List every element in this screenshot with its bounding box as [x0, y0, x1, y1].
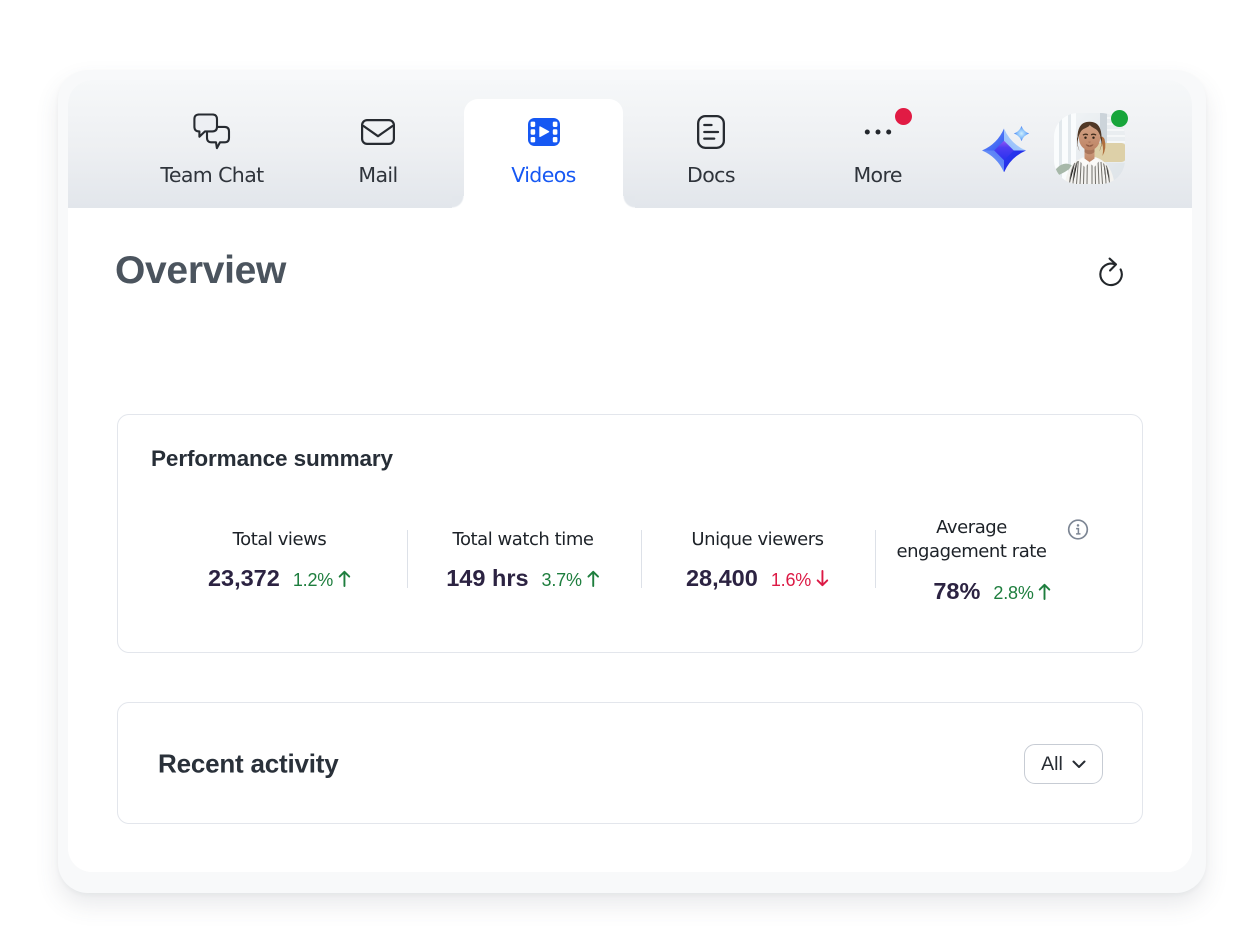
- performance-card-title: Performance summary: [151, 446, 393, 472]
- tab-mail[interactable]: Mail: [303, 80, 453, 208]
- arrow-up-icon: [1038, 583, 1052, 600]
- metric-label-block: Average engagement rate: [864, 516, 1079, 564]
- activity-filter-dropdown[interactable]: All: [1024, 744, 1103, 784]
- tab-docs[interactable]: Docs: [636, 80, 786, 208]
- videos-icon: [528, 118, 560, 146]
- arrow-up-icon: [337, 570, 351, 587]
- chevron-down-icon: [1072, 760, 1086, 769]
- metric-total-views: Total views 23,372 1.2%: [208, 528, 351, 597]
- tab-more[interactable]: More: [803, 80, 953, 208]
- arrow-up-icon: [586, 570, 600, 587]
- tab-label: Mail: [358, 163, 397, 187]
- metric-value: 149 hrs: [446, 565, 528, 591]
- recent-card-title: Recent activity: [158, 749, 339, 780]
- metric-value-row: 78% 2.8%: [906, 576, 1079, 610]
- ai-sparkle-icon: [977, 116, 1031, 172]
- tab-label: Docs: [687, 163, 735, 187]
- arrow-down-icon: [815, 570, 829, 587]
- metric-unique-viewers: Unique viewers 28,400 1.6%: [686, 528, 829, 597]
- app-window: Team Chat Mail: [58, 70, 1206, 893]
- filter-selected-value: All: [1041, 753, 1063, 776]
- app-surface: Team Chat Mail: [68, 80, 1192, 872]
- metric-delta: 3.7%: [542, 570, 600, 590]
- tab-bar: Team Chat Mail: [68, 80, 1192, 208]
- tab-team-chat[interactable]: Team Chat: [137, 80, 287, 208]
- metric-label-line2: engagement rate: [864, 540, 1079, 564]
- tab-label: Videos: [511, 163, 576, 187]
- metric-value-row: 28,400 1.6%: [686, 563, 829, 597]
- metric-value-row: 23,372 1.2%: [208, 563, 351, 597]
- refresh-icon: [1098, 257, 1126, 287]
- main-content: Overview Performance summary Total views…: [68, 208, 1192, 872]
- metric-delta: 2.8%: [993, 583, 1051, 603]
- performance-summary-card: Performance summary Total views 23,372 1.…: [117, 414, 1143, 653]
- refresh-button[interactable]: [1098, 258, 1126, 286]
- tab-videos[interactable]: Videos: [469, 80, 619, 208]
- notification-badge: [895, 108, 913, 126]
- more-icon: [854, 127, 902, 137]
- tab-flare-right: [623, 196, 635, 208]
- metric-engagement-rate: Average engagement rate 78% 2.8%: [864, 516, 1079, 610]
- metric-label-line1: Average: [864, 516, 1079, 540]
- recent-activity-card: Recent activity All: [117, 702, 1143, 824]
- tab-label: More: [853, 163, 901, 187]
- page-title: Overview: [115, 249, 286, 293]
- tab-flare-left: [452, 196, 464, 208]
- info-icon: [1067, 519, 1088, 540]
- metric-divider: [407, 530, 408, 588]
- metric-value: 23,372: [208, 565, 280, 591]
- user-avatar[interactable]: [1054, 113, 1126, 185]
- metric-delta: 1.2%: [293, 570, 351, 590]
- metric-value-row: 149 hrs 3.7%: [446, 563, 600, 597]
- online-status-dot: [1111, 110, 1128, 127]
- metric-value: 28,400: [686, 565, 758, 591]
- team-chat-icon: [193, 114, 231, 151]
- tab-label: Team Chat: [160, 163, 263, 187]
- ai-assistant-button[interactable]: [974, 80, 1034, 208]
- metric-delta: 1.6%: [771, 570, 829, 590]
- metric-total-watch-time: Total watch time 149 hrs 3.7%: [446, 528, 600, 597]
- metric-label: Total watch time: [446, 528, 600, 552]
- metric-label: Unique viewers: [686, 528, 829, 552]
- metric-divider: [641, 530, 642, 588]
- docs-icon: [697, 115, 725, 149]
- info-button[interactable]: [1067, 519, 1088, 540]
- metric-value: 78%: [933, 578, 980, 604]
- metric-label: Total views: [208, 528, 351, 552]
- mail-icon: [361, 119, 395, 145]
